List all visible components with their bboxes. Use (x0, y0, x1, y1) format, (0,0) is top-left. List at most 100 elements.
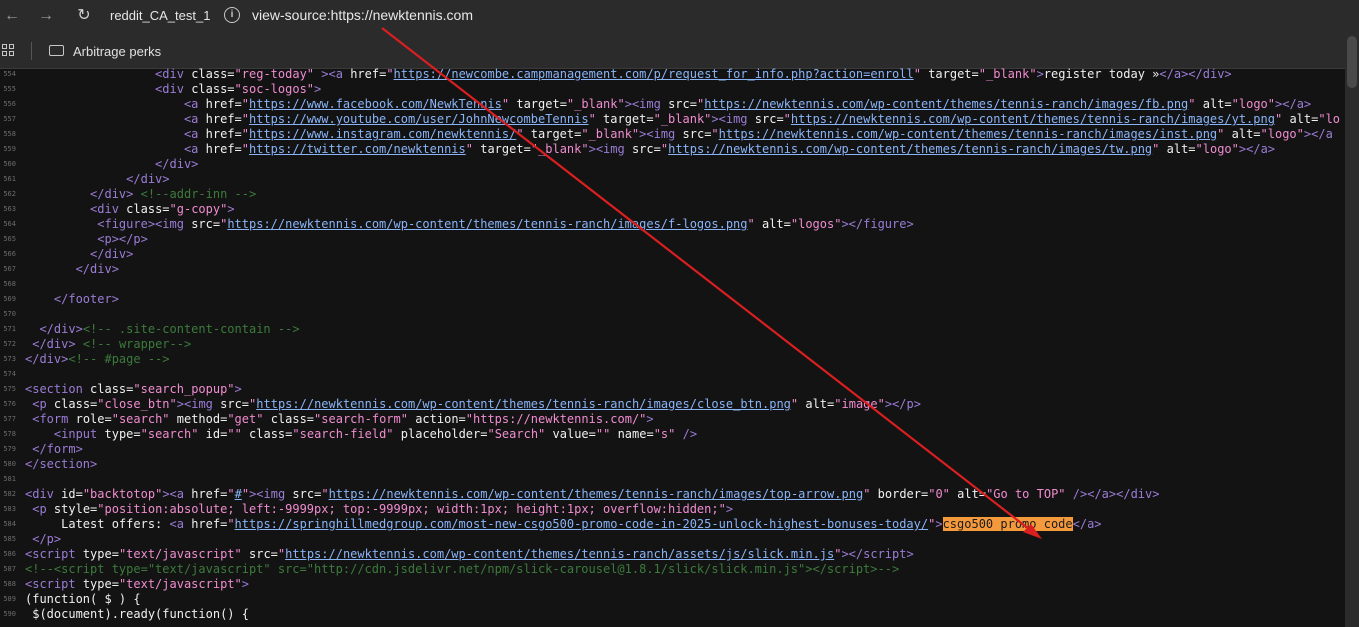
line-number: 566 (3, 250, 16, 258)
code-text: <a href="https://twitter.com/newktennis"… (183, 142, 1276, 156)
line-number: 584 (3, 520, 16, 528)
apps-grid-icon[interactable] (2, 44, 16, 58)
code-text: <p style="position:absolute; left:-9999p… (32, 502, 734, 516)
line-number: 563 (3, 205, 16, 213)
line-number: 578 (3, 430, 16, 438)
code-line: 585 </p> (0, 532, 1345, 547)
code-text: <a href="https://www.youtube.com/user/Jo… (183, 112, 1341, 126)
code-line: 571 </div><!-- .site-content-contain --> (0, 322, 1345, 337)
code-text: <div class="soc-logos"> (155, 82, 322, 96)
code-text: </div><!-- .site-content-contain --> (39, 322, 300, 336)
code-line: 579 </form> (0, 442, 1345, 457)
code-line: 555 <div class="soc-logos"> (0, 82, 1345, 97)
code-line: 565 <p></p> (0, 232, 1345, 247)
code-text: </footer> (53, 292, 119, 306)
line-number: 582 (3, 490, 16, 498)
code-text: (function( $ ) { (25, 592, 141, 606)
code-line: 583 <p style="position:absolute; left:-9… (0, 502, 1345, 517)
line-number: 565 (3, 235, 16, 243)
line-number: 561 (3, 175, 16, 183)
code-text: <p></p> (97, 232, 148, 246)
line-number: 590 (3, 610, 16, 618)
line-number: 554 (3, 70, 16, 78)
line-number: 572 (3, 340, 16, 348)
bookmarks-bar (0, 32, 1359, 69)
code-text: <!--<script type="text/javascript" src="… (25, 562, 900, 576)
code-text: </div> (126, 172, 170, 186)
code-line: 560 </div> (0, 157, 1345, 172)
forward-arrow-icon[interactable]: → (35, 5, 57, 27)
code-line: 581 (0, 472, 1345, 487)
line-number: 586 (3, 550, 16, 558)
code-line: 590 $(document).ready(function() { (0, 607, 1345, 622)
code-line: 588 <script type="text/javascript"> (0, 577, 1345, 592)
line-number: 580 (3, 460, 16, 468)
code-line: 563 <div class="g-copy"> (0, 202, 1345, 217)
code-line: 561 </div> (0, 172, 1345, 187)
code-line: 558 <a href="https://www.instagram.com/n… (0, 127, 1345, 142)
code-text: </div> <!-- wrapper--> (32, 337, 192, 351)
code-line: 570 (0, 307, 1345, 322)
code-text: <script type="text/javascript" src="http… (25, 547, 914, 561)
back-arrow-icon[interactable]: ← (1, 5, 23, 27)
code-text: <section class="search_popup"> (25, 382, 242, 396)
line-number: 588 (3, 580, 16, 588)
code-line: 587 <!--<script type="text/javascript" sr… (0, 562, 1345, 577)
line-number: 568 (3, 280, 16, 288)
code-line: 559 <a href="https://twitter.com/newkten… (0, 142, 1345, 157)
code-line: 554 <div class="reg-today" ><a href="htt… (0, 67, 1345, 82)
line-number: 562 (3, 190, 16, 198)
code-line: 573 </div><!-- #page --> (0, 352, 1345, 367)
line-number: 589 (3, 595, 16, 603)
code-text: <figure><img src="https://newktennis.com… (97, 217, 914, 231)
line-number: 579 (3, 445, 16, 453)
code-line: 582 <div id="backtotop"><a href="#"><img … (0, 487, 1345, 502)
bookmarks-divider (31, 42, 32, 60)
source-code-view[interactable]: 554 <div class="reg-today" ><a href="htt… (0, 67, 1345, 627)
line-number: 577 (3, 415, 16, 423)
code-text: </p> (32, 532, 62, 546)
code-text: $(document).ready(function() { (25, 607, 249, 621)
line-number: 576 (3, 400, 16, 408)
code-text: </div> (90, 247, 134, 261)
code-text: <div class="reg-today" ><a href="https:/… (155, 67, 1232, 81)
code-text: <input type="search" id="" class="search… (53, 427, 698, 441)
site-info-icon[interactable]: i (224, 7, 240, 23)
code-line: 567 </div> (0, 262, 1345, 277)
code-text: <p class="close_btn"><img src="https://n… (32, 397, 921, 411)
code-text: </section> (25, 457, 98, 471)
code-text: </form> (32, 442, 83, 456)
code-line: 564 <figure><img src="https://newktennis… (0, 217, 1345, 232)
line-number: 555 (3, 85, 16, 93)
bookmark-folder-arbitrage-perks[interactable]: Arbitrage perks (73, 44, 161, 59)
code-line: 578 <input type="search" id="" class="se… (0, 427, 1345, 442)
tab-title[interactable]: reddit_CA_test_1 (110, 8, 210, 23)
folder-icon[interactable] (49, 45, 64, 56)
code-line: 562 </div> <!--addr-inn --> (0, 187, 1345, 202)
reload-icon[interactable]: ↻ (73, 5, 95, 27)
line-number: 567 (3, 265, 16, 273)
url-text[interactable]: view-source:https://newktennis.com (252, 7, 473, 23)
code-text: </div> (75, 262, 119, 276)
line-number: 581 (3, 475, 16, 483)
line-number: 569 (3, 295, 16, 303)
code-line: 577 <form role="search" method="get" cla… (0, 412, 1345, 427)
code-line: 575 <section class="search_popup"> (0, 382, 1345, 397)
code-text: </div> (155, 157, 199, 171)
scrollbar-thumb[interactable] (1347, 36, 1357, 88)
code-line: 568 (0, 277, 1345, 292)
line-number: 571 (3, 325, 16, 333)
code-line: 557 <a href="https://www.youtube.com/use… (0, 112, 1345, 127)
code-line: 586 <script type="text/javascript" src="h… (0, 547, 1345, 562)
code-text: <form role="search" method="get" class="… (32, 412, 654, 426)
line-number: 573 (3, 355, 16, 363)
code-line: 574 (0, 367, 1345, 382)
line-number: 560 (3, 160, 16, 168)
code-text: </div> <!--addr-inn --> (90, 187, 257, 201)
code-line: 556 <a href="https://www.facebook.com/Ne… (0, 97, 1345, 112)
code-line: 566 </div> (0, 247, 1345, 262)
vertical-scrollbar[interactable] (1345, 34, 1359, 627)
line-number: 557 (3, 115, 16, 123)
line-number: 574 (3, 370, 16, 378)
code-text: <script type="text/javascript"> (25, 577, 249, 591)
